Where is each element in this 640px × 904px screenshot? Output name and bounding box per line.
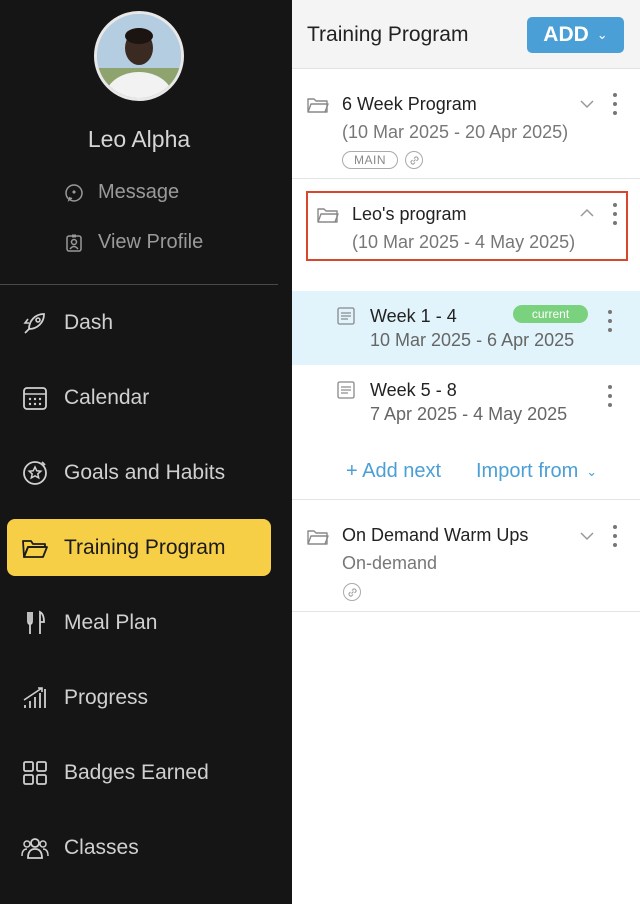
- classes-icon: [19, 832, 51, 864]
- add-next-link[interactable]: + Add next: [346, 460, 441, 483]
- week-name: Week 1 - 4: [370, 306, 457, 326]
- message-icon: [65, 183, 83, 202]
- program-name: 6 Week Program: [342, 94, 477, 114]
- nav-label: Calendar: [64, 385, 150, 409]
- document-icon: [337, 307, 355, 325]
- document-icon: [337, 381, 355, 399]
- chevron-down-icon: ⌄: [586, 463, 598, 479]
- folder-icon: [307, 98, 329, 113]
- nav-label: Training Program: [64, 535, 226, 559]
- folder-open-icon: [317, 208, 339, 223]
- main-header: Training Program ADD ⌄: [292, 0, 640, 69]
- more-options-icon[interactable]: [612, 203, 618, 225]
- more-options-icon[interactable]: [612, 525, 618, 547]
- program-name: Leo's program: [352, 204, 467, 224]
- chevron-down-icon[interactable]: [579, 531, 595, 541]
- view-profile-label: View Profile: [98, 231, 204, 253]
- link-icon: [343, 583, 361, 601]
- main-panel: Training Program ADD ⌄ 6 Week Program (1…: [292, 0, 640, 904]
- progress-icon: [19, 682, 51, 714]
- program-item-expanded[interactable]: Leo's program (10 Mar 2025 - 4 May 2025): [292, 179, 640, 291]
- folder-icon: [307, 530, 329, 545]
- week-item[interactable]: Week 5 - 8 7 Apr 2025 - 4 May 2025: [292, 365, 640, 440]
- main-badge: MAIN: [342, 151, 398, 169]
- program-item[interactable]: On Demand Warm Ups On-demand: [292, 500, 640, 612]
- add-button-label: ADD: [543, 23, 589, 46]
- calendar-icon: [19, 382, 51, 414]
- week-name: Week 5 - 8: [370, 380, 457, 400]
- import-from-label: Import from: [476, 460, 579, 482]
- goals-icon: [19, 457, 51, 489]
- badges-icon: [19, 757, 51, 789]
- rocket-icon: [19, 307, 51, 339]
- more-options-icon[interactable]: [607, 385, 613, 407]
- nav-item-calendar[interactable]: Calendar: [7, 369, 271, 426]
- nav-label: Dash: [64, 310, 114, 334]
- nav-item-dash[interactable]: Dash: [7, 294, 271, 351]
- program-name: On Demand Warm Ups: [342, 525, 529, 545]
- user-name: Leo Alpha: [87, 126, 191, 152]
- page-title: Training Program: [307, 23, 469, 46]
- profile-icon: [66, 234, 82, 252]
- import-from-dropdown[interactable]: Import from ⌄: [476, 460, 597, 483]
- avatar[interactable]: [94, 11, 184, 101]
- week-dates: 7 Apr 2025 - 4 May 2025: [370, 404, 568, 424]
- nav-label: Goals and Habits: [64, 460, 226, 484]
- nav-item-training-program[interactable]: Training Program: [7, 519, 271, 576]
- program-dates: (10 Mar 2025 - 20 Apr 2025): [342, 122, 569, 142]
- chevron-up-icon[interactable]: [579, 208, 595, 218]
- week-item[interactable]: Week 1 - 4 current 10 Mar 2025 - 6 Apr 2…: [292, 291, 640, 365]
- link-icon: [405, 151, 423, 169]
- nav-item-classes[interactable]: Classes: [7, 819, 271, 876]
- nav-item-progress[interactable]: Progress: [7, 669, 271, 726]
- nav-item-goals-and-habits[interactable]: Goals and Habits: [7, 444, 271, 501]
- message-link[interactable]: Message: [64, 181, 179, 204]
- program-item[interactable]: 6 Week Program (10 Mar 2025 - 20 Apr 202…: [292, 69, 640, 179]
- sidebar: Leo Alpha Message View Profile Dash Cale…: [0, 0, 292, 904]
- sidebar-divider: [0, 284, 278, 285]
- program-dates: (10 Mar 2025 - 4 May 2025): [352, 232, 576, 252]
- more-options-icon[interactable]: [612, 93, 618, 115]
- program-dates: On-demand: [342, 553, 438, 573]
- chevron-down-icon: ⌄: [596, 27, 608, 42]
- folder-icon: [19, 532, 51, 564]
- add-button[interactable]: ADD ⌄: [527, 17, 624, 53]
- nav-item-meal-plan[interactable]: Meal Plan: [7, 594, 271, 651]
- current-badge: current: [513, 305, 588, 323]
- more-options-icon[interactable]: [607, 310, 613, 332]
- nav-item-badges-earned[interactable]: Badges Earned: [7, 744, 271, 801]
- chevron-down-icon[interactable]: [579, 99, 595, 109]
- cutlery-icon: [19, 607, 51, 639]
- week-dates: 10 Mar 2025 - 6 Apr 2025: [370, 330, 575, 350]
- nav-label: Meal Plan: [64, 610, 158, 634]
- week-actions: + Add next Import from ⌄: [292, 440, 640, 500]
- nav-label: Progress: [64, 685, 149, 709]
- message-label: Message: [98, 181, 180, 203]
- nav-label: Badges Earned: [64, 760, 209, 784]
- view-profile-link[interactable]: View Profile: [64, 231, 203, 254]
- nav-label: Classes: [64, 835, 139, 859]
